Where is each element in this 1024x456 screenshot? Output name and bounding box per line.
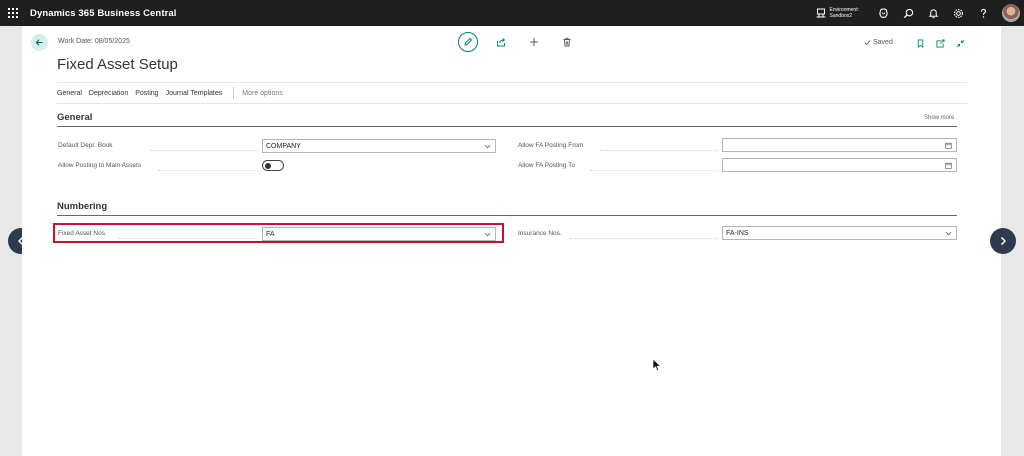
- allow-fa-posting-to-label: Allow FA Posting To: [518, 162, 575, 169]
- default-depr-book-value: COMPANY: [266, 142, 301, 150]
- page-card: Work Date: 08/05/2025 Fixed Asset Setup …: [22, 26, 1001, 456]
- field-leader: [570, 238, 718, 239]
- gear-icon: [953, 8, 964, 18]
- open-new-window-icon: [935, 38, 945, 48]
- settings-button[interactable]: [946, 0, 971, 26]
- help-icon: [980, 8, 987, 18]
- general-section-divider: [57, 126, 957, 127]
- environment-name: Sandbox2: [829, 13, 853, 19]
- tab-journal-templates[interactable]: Journal Templates: [166, 90, 223, 97]
- tab-depreciation[interactable]: Depreciation: [89, 90, 128, 97]
- numbering-section-divider: [57, 215, 957, 216]
- help-button[interactable]: [971, 0, 996, 26]
- toggle-knob: [265, 162, 271, 169]
- pencil-icon: [463, 37, 472, 46]
- fixed-asset-nos-highlight: [53, 223, 504, 243]
- back-button[interactable]: [31, 34, 48, 51]
- bookmark-button[interactable]: [910, 37, 930, 49]
- work-date[interactable]: Work Date: 08/05/2025: [58, 38, 130, 45]
- page-tools: [910, 37, 970, 49]
- action-bar: [451, 32, 583, 52]
- share-button[interactable]: [484, 32, 517, 52]
- default-depr-book-field[interactable]: COMPANY: [262, 139, 496, 153]
- environment-indicator[interactable]: Environment: Sandbox2: [816, 7, 859, 19]
- allow-posting-main-assets-label: Allow Posting to Main Assets: [58, 162, 142, 169]
- app-launcher-button[interactable]: [0, 0, 26, 26]
- field-leader: [150, 150, 258, 151]
- allow-fa-posting-from-label: Allow FA Posting From: [518, 142, 584, 149]
- copilot-button[interactable]: [871, 0, 896, 26]
- calendar-icon[interactable]: [945, 162, 952, 169]
- tab-divider: [233, 87, 235, 99]
- chevron-down-icon[interactable]: [484, 143, 491, 150]
- share-icon: [496, 38, 505, 47]
- field-leader: [158, 170, 258, 171]
- allow-fa-posting-from-field[interactable]: [722, 138, 957, 152]
- top-bar: Dynamics 365 Business Central Environmen…: [0, 0, 1024, 26]
- trash-icon: [563, 37, 570, 47]
- allow-posting-main-assets-toggle[interactable]: [262, 160, 284, 171]
- mouse-cursor-icon: [652, 358, 662, 372]
- insurance-nos-field[interactable]: FA-INS: [722, 226, 957, 240]
- collapse-icon: [956, 39, 964, 47]
- edit-button[interactable]: [451, 32, 484, 52]
- check-icon: [864, 40, 871, 46]
- bell-icon: [928, 8, 939, 18]
- general-section-title[interactable]: General: [57, 112, 92, 123]
- search-icon: [903, 8, 914, 18]
- save-status-text: Saved: [873, 39, 893, 46]
- save-status: Saved: [864, 39, 893, 46]
- search-button[interactable]: [896, 0, 921, 26]
- copilot-icon: [879, 7, 888, 18]
- arrow-right-icon: [1000, 236, 1007, 246]
- environment-icon: [816, 8, 826, 18]
- allow-fa-posting-to-field[interactable]: [722, 158, 957, 172]
- open-new-window-button[interactable]: [930, 37, 950, 49]
- delete-button[interactable]: [550, 32, 583, 52]
- calendar-icon[interactable]: [945, 142, 952, 149]
- next-record-button[interactable]: [990, 228, 1016, 254]
- notifications-button[interactable]: [921, 0, 946, 26]
- more-options-button[interactable]: More options: [242, 90, 282, 97]
- insurance-nos-value: FA-INS: [726, 229, 749, 237]
- numbering-section-title[interactable]: Numbering: [57, 201, 107, 212]
- arrow-left-icon: [35, 39, 43, 46]
- page-tabs: General Depreciation Posting Journal Tem…: [57, 82, 967, 104]
- app-title[interactable]: Dynamics 365 Business Central: [30, 8, 177, 19]
- plus-icon: [529, 38, 538, 46]
- field-leader: [600, 150, 718, 151]
- chevron-down-icon[interactable]: [945, 230, 952, 237]
- top-bar-actions: Environment: Sandbox2: [816, 0, 1024, 26]
- field-leader: [590, 170, 718, 171]
- page-title: Fixed Asset Setup: [57, 56, 178, 73]
- default-depr-book-label: Default Depr. Book: [58, 142, 113, 149]
- tab-posting[interactable]: Posting: [135, 90, 158, 97]
- bookmark-icon: [917, 38, 923, 48]
- tab-general[interactable]: General: [57, 90, 82, 97]
- user-avatar[interactable]: [1002, 4, 1020, 22]
- insurance-nos-label: Insurance Nos.: [518, 230, 562, 237]
- waffle-icon: [8, 8, 18, 18]
- collapse-button[interactable]: [950, 37, 970, 49]
- show-more-link[interactable]: Show more: [924, 115, 954, 121]
- new-button[interactable]: [517, 32, 550, 52]
